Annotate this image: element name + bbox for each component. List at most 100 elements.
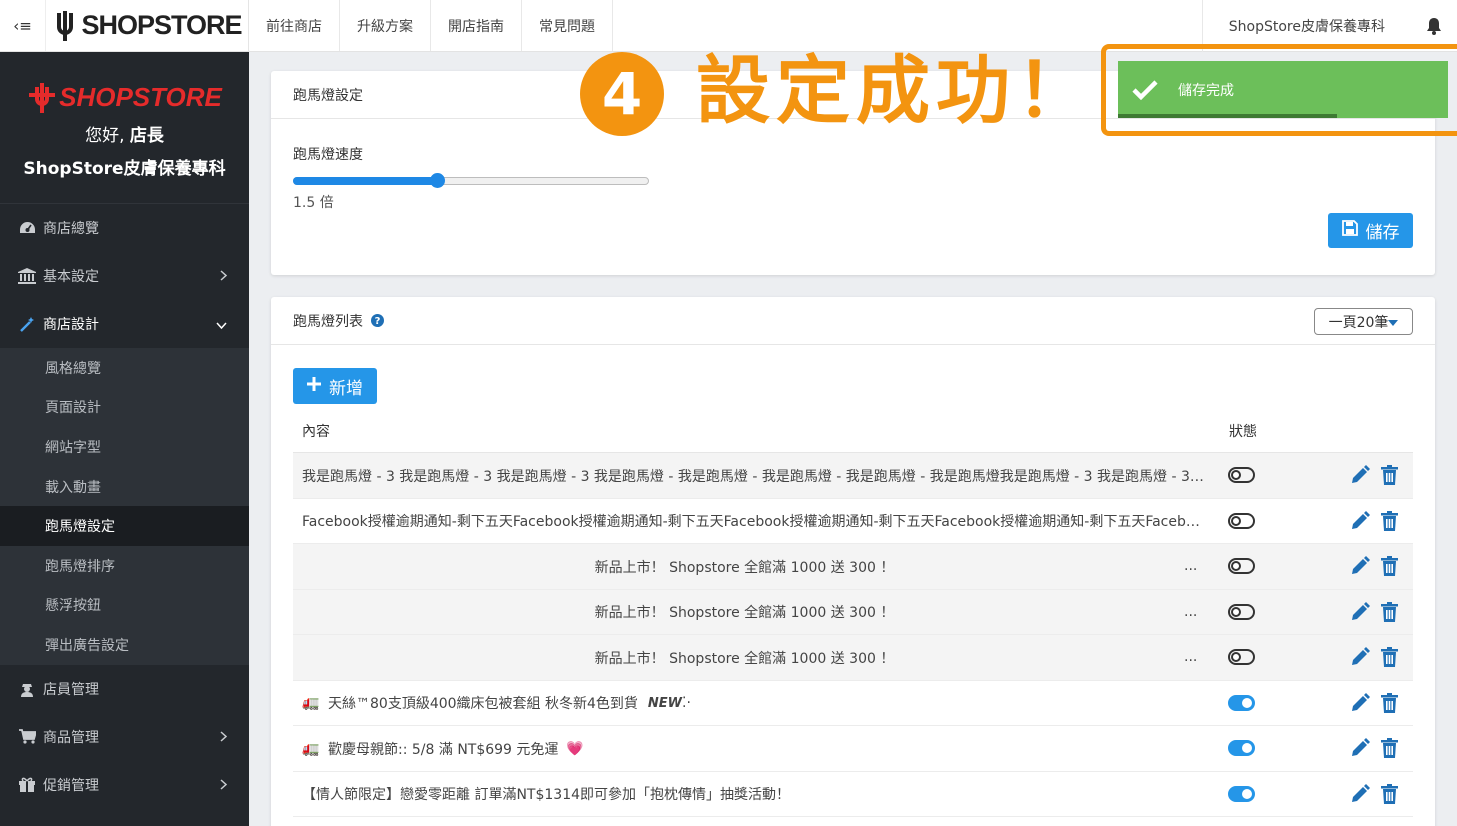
toast-progress-bar [1118,114,1337,118]
row-trailing-ellipsis: ... [1184,603,1198,620]
delete-trash-icon[interactable] [1381,465,1398,489]
sidebar-toggle-button[interactable]: ‹≡ [0,0,46,51]
row-text: 【情人節限定】戀愛零距離 訂單滿NT$1314即可參加「抱枕傳情」抽獎活動！ [302,787,791,803]
status-toggle[interactable] [1228,649,1255,665]
delete-trash-icon[interactable] [1381,692,1398,717]
edit-pencil-icon[interactable] [1350,783,1370,808]
sidebar-item-basic-settings[interactable]: 基本設定 [0,252,249,300]
status-toggle[interactable] [1228,558,1255,574]
delete-trash-icon[interactable] [1381,556,1398,580]
sidebar-item-staff[interactable]: 店員管理 [0,665,249,713]
nav-upgrade-plan[interactable]: 升級方案 [340,0,431,51]
row-text: 我是跑馬燈 - 3 我是跑馬燈 - 3 我是跑馬燈 - 3 我是跑馬燈 - 我是… [302,468,1207,485]
table-row: 我是跑馬燈 - 3 我是跑馬燈 - 3 我是跑馬燈 - 3 我是跑馬燈 - 我是… [293,453,1413,499]
topbar-logo[interactable]: SHOPSTORE [46,0,249,51]
per-page-value: 一頁20筆 [1328,314,1389,331]
sidebar-item-label: 基本設定 [43,269,99,285]
edit-pencil-icon[interactable] [1350,465,1370,489]
plus-icon [307,376,321,396]
row-content: 🚛 歡慶母親節:: 5/8 滿 NT$699 元免運 💗 [302,726,1207,771]
user-secret-icon [17,681,37,697]
delete-trash-icon[interactable] [1381,510,1398,535]
table-row: 🚛 天絲™80支頂級400織床包被套組 秋冬新4色到貨 NEW ⁚· [293,681,1413,726]
nav-faq[interactable]: 常見問題 [522,0,613,51]
edit-pencil-icon[interactable] [1350,556,1370,580]
row-text: 新品上市！ Shopstore 全館滿 1000 送 300 ！ [594,650,895,667]
sidebar-submenu-store-design: 風格總覽 頁面設計 網站字型 載入動畫 跑馬燈設定 跑馬燈排序 懸浮按鈕 彈出廣… [0,348,249,665]
bell-icon[interactable] [1411,17,1457,35]
status-toggle[interactable] [1228,603,1255,620]
new-badge: NEW [647,695,683,711]
row-content: 新品上市！ Shopstore 全館滿 1000 送 300 ！ [302,590,1207,635]
edit-pencil-icon[interactable] [1350,510,1370,535]
sidebar-subitem-marquee-order[interactable]: 跑馬燈排序 [0,546,249,586]
status-toggle[interactable] [1228,740,1255,756]
speed-value: 1.5 倍 [293,195,334,211]
card-title: 跑馬燈列表 [293,313,363,330]
speed-slider[interactable] [293,173,649,188]
gift-icon [17,777,37,793]
toggle-knob [1242,788,1252,799]
slider-handle[interactable] [430,173,445,188]
status-toggle[interactable] [1228,694,1255,711]
edit-pencil-icon[interactable] [1350,647,1370,671]
table-row: Facebook授權逾期通知-剩下五天Facebook授權逾期通知-剩下五天Fa… [293,499,1413,544]
sidebar-subitem-marquee-settings[interactable]: 跑馬燈設定 [0,506,249,546]
table-row: 新品上市！ Shopstore 全館滿 1000 送 300 ！ ... [293,544,1413,590]
delete-trash-icon[interactable] [1381,738,1398,762]
row-content: 🚛 天絲™80支頂級400織床包被套組 秋冬新4色到貨 NEW ⁚· [302,681,1207,726]
per-page-select[interactable]: 一頁20筆 [1314,308,1413,335]
greeting-name: 店長 [129,126,164,146]
add-button-label: 新增 [329,378,363,399]
sidebar-item-label: 店員管理 [43,681,99,698]
edit-pencil-icon[interactable] [1350,601,1370,626]
nav-store-guide[interactable]: 開店指南 [431,0,522,51]
table-row: 【情人節限定】戀愛零距離 訂單滿NT$1314即可參加「抱枕傳情」抽獎活動！ [293,772,1413,817]
toggle-knob [1231,606,1241,617]
row-content: 【情人節限定】戀愛零距離 訂單滿NT$1314即可參加「抱枕傳情」抽獎活動！ [302,772,1207,817]
status-toggle[interactable] [1228,785,1255,802]
delete-trash-icon[interactable] [1381,783,1398,808]
sidebar-item-label: 商店總覽 [43,221,99,237]
sidebar-item-store-design[interactable]: 商店設計 [0,300,249,348]
nav-goto-store[interactable]: 前往商店 [249,0,340,51]
status-toggle[interactable] [1228,512,1255,529]
row-content: 新品上市！ Shopstore 全館滿 1000 送 300 ！ [302,635,1207,680]
sidebar-item-store-overview[interactable]: 商店總覽 [0,204,249,252]
sidebar-subitem-floating-button[interactable]: 懸浮按鈕 [0,586,249,626]
sidebar: SHOPSTORE 您好, 店長 ShopStore皮膚保養專科 商店總覽 基本… [0,52,249,826]
toggle-knob [1231,470,1241,480]
checkmark-icon [1132,79,1158,100]
delete-trash-icon[interactable] [1381,601,1398,626]
status-toggle[interactable] [1228,467,1255,483]
topbar-logo-text: SHOPSTORE [81,10,242,40]
sidebar-subitem-page-design[interactable]: 頁面設計 [0,388,249,428]
chevron-down-icon [216,317,227,333]
sidebar-subitem-popup-ad[interactable]: 彈出廣告設定 [0,625,249,665]
sidebar-item-products[interactable]: 商品管理 [0,713,249,761]
sidebar-item-promotions[interactable]: 促銷管理 [0,761,249,809]
step-number-badge: 4 [580,52,664,136]
sidebar-item-label: 促銷管理 [43,777,99,794]
toggle-knob [1242,697,1252,708]
table-row: 新品上市！ Shopstore 全館滿 1000 送 300 ！ ... [293,589,1413,635]
edit-pencil-icon[interactable] [1350,738,1370,762]
edit-pencil-icon[interactable] [1350,692,1370,717]
success-toast[interactable]: 儲存完成 [1118,61,1448,118]
truck-icon: 🚛 [302,695,320,711]
chevron-right-icon [220,269,228,285]
sidebar-subitem-loading-animation[interactable]: 載入動畫 [0,467,249,507]
row-text: 新品上市！ Shopstore 全館滿 1000 送 300 ！ [594,605,895,621]
row-trailing-ellipsis: ... [1184,558,1198,574]
greeting-prefix: 您好, [85,126,130,146]
save-button[interactable]: 儲存 [1328,213,1413,248]
delete-trash-icon[interactable] [1381,647,1398,671]
sidebar-subitem-style-overview[interactable]: 風格總覽 [0,348,249,388]
sidebar-subitem-site-font[interactable]: 網站字型 [0,427,249,467]
sidebar-brand: SHOPSTORE 您好, 店長 ShopStore皮膚保養專科 [0,52,249,204]
add-button[interactable]: 新增 [293,368,377,404]
chevron-right-icon [220,730,228,746]
question-circle-icon[interactable]: ? [371,314,384,327]
sidebar-shop-name: ShopStore皮膚保養專科 [23,159,226,179]
row-content: Facebook授權逾期通知-剩下五天Facebook授權逾期通知-剩下五天Fa… [302,499,1207,544]
